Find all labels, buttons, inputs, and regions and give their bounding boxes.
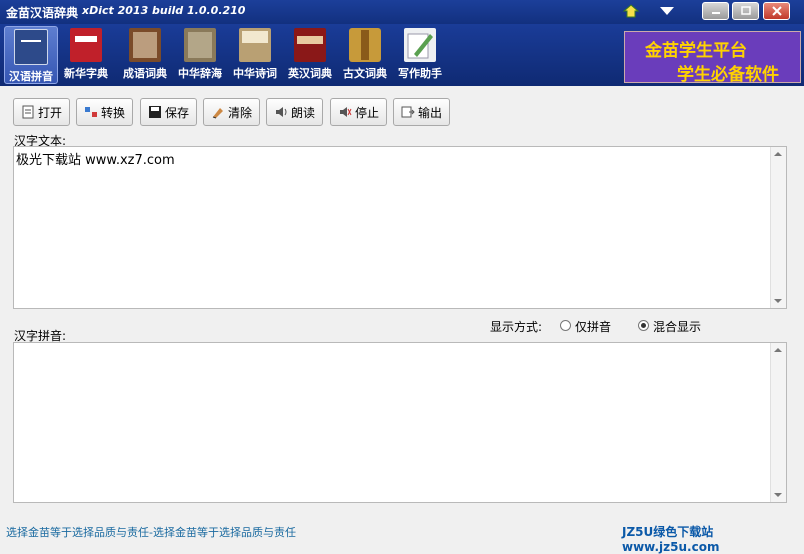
- hanzi-text-value: 极光下载站 www.xz7.com: [16, 153, 175, 168]
- hanzi-scrollbar[interactable]: [770, 147, 786, 308]
- nav-label: 汉语拼音: [9, 70, 53, 83]
- app-version: xDict 2013 build 1.0.0.210: [82, 4, 246, 17]
- pinyin-scrollbar[interactable]: [770, 343, 786, 502]
- convert-label: 转换: [101, 105, 126, 120]
- nav-guwen-cidian[interactable]: 古文词典: [338, 26, 392, 84]
- read-aloud-button[interactable]: 朗读: [266, 98, 323, 126]
- nav-yinghan-cidian[interactable]: 英汉词典: [283, 26, 337, 84]
- nav-xinhua-zidian[interactable]: 新华字典: [59, 26, 113, 84]
- banner-line-1: 金苗学生平台: [645, 41, 747, 61]
- close-button[interactable]: [763, 2, 790, 20]
- scroll-down-icon[interactable]: [774, 299, 782, 303]
- maximize-button[interactable]: [732, 2, 759, 20]
- xinhua-book-icon: [70, 28, 102, 62]
- nav-label: 新华字典: [64, 67, 108, 80]
- output-button[interactable]: 输出: [393, 98, 450, 126]
- clear-label: 清除: [228, 105, 253, 120]
- menu-dropdown-icon[interactable]: [658, 3, 676, 19]
- chengyu-book-icon: [129, 28, 161, 62]
- writing-pen-icon: [404, 28, 436, 62]
- scroll-down-icon[interactable]: [774, 493, 782, 497]
- convert-icon: [84, 105, 98, 119]
- radio-pinyin-only[interactable]: [560, 320, 571, 331]
- convert-button[interactable]: 转换: [76, 98, 133, 126]
- speaker-stop-icon: [338, 105, 352, 119]
- watermark-text: JZ5U绿色下载站www.jz5u.com: [622, 525, 720, 554]
- nav-label: 古文词典: [343, 67, 387, 80]
- output-label: 输出: [418, 105, 443, 120]
- nav-xiezuo-zhushou[interactable]: 写作助手: [393, 26, 447, 84]
- guwen-book-icon: [349, 28, 381, 62]
- cihai-book-icon: [184, 28, 216, 62]
- pinyin-book-icon: [14, 29, 48, 65]
- scroll-up-icon[interactable]: [774, 152, 782, 156]
- nav-label: 成语词典: [123, 67, 167, 80]
- speaker-icon: [274, 105, 288, 119]
- promo-banner[interactable]: 金苗学生平台 学生必备软件: [624, 31, 801, 85]
- open-file-icon: [21, 105, 35, 119]
- clear-button[interactable]: 清除: [203, 98, 260, 126]
- nav-label: 写作助手: [398, 67, 442, 80]
- nav-hanyu-pinyin[interactable]: 汉语拼音: [4, 26, 58, 84]
- stop-button[interactable]: 停止: [330, 98, 387, 126]
- yinghan-book-icon: [294, 28, 326, 62]
- open-button[interactable]: 打开: [13, 98, 70, 126]
- status-slogan: 选择金苗等于选择品质与责任-选择金苗等于选择品质与责任: [6, 526, 296, 539]
- eraser-icon: [211, 105, 225, 119]
- nav-label: 中华诗词: [233, 67, 277, 80]
- open-label: 打开: [38, 105, 63, 120]
- display-mode-label: 显示方式:: [490, 320, 543, 334]
- banner-line-2: 学生必备软件: [677, 65, 779, 85]
- app-title: 金苗汉语辞典: [6, 6, 79, 20]
- output-icon: [401, 105, 415, 119]
- save-label: 保存: [165, 105, 190, 120]
- nav-zhonghua-cihai[interactable]: 中华辞海: [173, 26, 227, 84]
- nav-label: 英汉词典: [288, 67, 332, 80]
- hanzi-textarea[interactable]: 极光下载站 www.xz7.com: [13, 146, 787, 309]
- save-button[interactable]: 保存: [140, 98, 197, 126]
- status-bar: 选择金苗等于选择品质与责任-选择金苗等于选择品质与责任 JZ5U绿色下载站www…: [0, 519, 804, 554]
- nav-zhonghua-shici[interactable]: 中华诗词: [228, 26, 282, 84]
- read-aloud-label: 朗读: [291, 105, 316, 120]
- pinyin-textarea[interactable]: [13, 342, 787, 503]
- minimize-button[interactable]: [702, 2, 729, 20]
- save-disk-icon: [148, 105, 162, 119]
- radio-mixed[interactable]: [638, 320, 649, 331]
- scroll-up-icon[interactable]: [774, 348, 782, 352]
- stop-label: 停止: [355, 105, 380, 120]
- radio-pinyin-only-label[interactable]: 仅拼音: [575, 318, 611, 335]
- nav-chengyu-cidian[interactable]: 成语词典: [118, 26, 172, 84]
- title-bar: 金苗汉语辞典 xDict 2013 build 1.0.0.210: [0, 0, 804, 24]
- radio-mixed-label[interactable]: 混合显示: [653, 318, 701, 335]
- nav-label: 中华辞海: [178, 67, 222, 80]
- skin-icon[interactable]: [622, 3, 640, 19]
- shici-book-icon: [239, 28, 271, 62]
